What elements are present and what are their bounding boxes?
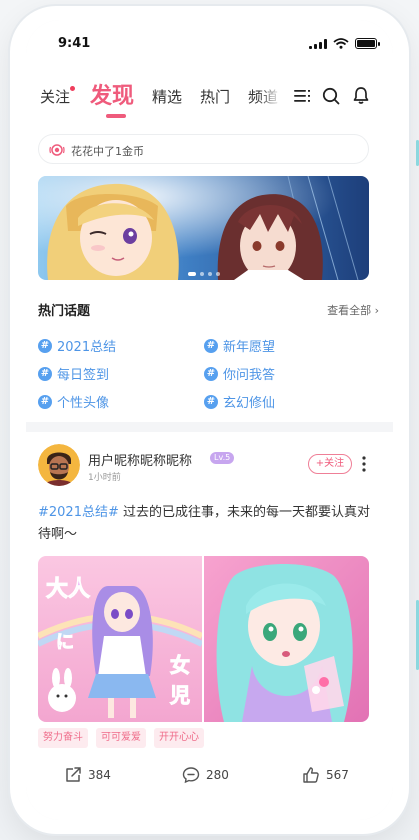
topic-item[interactable]: # 新年愿望 [204, 336, 275, 355]
topic-item[interactable]: # 2021总结 [38, 336, 116, 355]
topic-item[interactable]: # 你问我答 [204, 364, 275, 383]
hashtag-icon: # [204, 394, 218, 409]
banner-carousel[interactable] [38, 176, 369, 280]
signal-icon [309, 38, 327, 49]
post-username[interactable]: 用户昵称昵称昵称 [88, 450, 192, 469]
status-icons [309, 38, 380, 49]
post-tag-chip[interactable]: 开开心心 [154, 728, 204, 748]
comment-button[interactable]: 280 [182, 766, 229, 784]
top-tab-bar: 关注 发现 精选 热门 频道 [26, 66, 393, 124]
like-button[interactable]: 567 [302, 766, 349, 784]
post-hashtag[interactable]: #2021总结# [38, 505, 119, 520]
like-count: 567 [326, 768, 349, 782]
status-time: 9:41 [58, 36, 91, 51]
thumbs-up-icon [303, 767, 319, 783]
notch [114, 20, 306, 48]
post-image[interactable]: 大人 に 女 児 [38, 556, 202, 722]
battery-icon [355, 38, 380, 49]
topic-item[interactable]: # 玄幻修仙 [204, 392, 275, 411]
follow-button[interactable]: +关注 [308, 454, 352, 474]
hot-topics-title: 热门话题 [38, 304, 91, 319]
hashtag-icon: # [38, 366, 52, 381]
share-count: 384 [88, 768, 111, 782]
hashtag-icon: # [204, 366, 218, 381]
topic-label: 2021总结 [57, 340, 117, 355]
notice-bar[interactable]: 花花中了1金币 [38, 134, 369, 164]
comment-count: 280 [206, 768, 229, 782]
phone-frame: 9:41 关注 发现 精选 热门 花花中了1金币 热门话题 查看全部 › # 2… [10, 6, 409, 834]
post-content: #2021总结# 过去的已成往事，未来的每一天都要认真对待啊～ [38, 502, 378, 546]
svg-text:女: 女 [170, 653, 190, 677]
notice-text: 花花中了1金币 [71, 145, 144, 158]
topic-label: 个性头像 [57, 396, 110, 411]
post-timestamp: 1小时前 [88, 473, 121, 483]
topic-label: 新年愿望 [223, 340, 276, 355]
svg-text:児: 児 [169, 683, 190, 707]
active-tab-indicator [106, 114, 126, 118]
coin-broadcast-icon [49, 144, 65, 156]
banner-artwork [38, 176, 369, 280]
topic-item[interactable]: # 每日签到 [38, 364, 109, 383]
topic-item[interactable]: # 个性头像 [38, 392, 109, 411]
tab-follow[interactable]: 关注 [40, 86, 70, 107]
discover-card: 花花中了1金币 热门话题 查看全部 › # 2021总结 # 新年愿望 # 每日… [26, 124, 393, 422]
status-bar: 9:41 [26, 20, 393, 66]
hashtag-icon: # [204, 338, 218, 353]
hashtag-icon: # [38, 394, 52, 409]
svg-text:に: に [56, 632, 74, 653]
see-all-link[interactable]: 查看全部 › [327, 302, 379, 318]
wifi-icon [333, 38, 349, 49]
tab-fade [258, 82, 282, 110]
app-screen: 9:41 关注 发现 精选 热门 花花中了1金币 热门话题 查看全部 › # 2… [26, 20, 393, 820]
avatar[interactable] [38, 444, 80, 486]
comment-icon [182, 767, 200, 784]
hashtag-icon: # [38, 338, 52, 353]
menu-icon[interactable] [294, 90, 310, 102]
post-image-art-left: 大人 に 女 児 [38, 556, 202, 722]
topic-label: 每日签到 [57, 368, 110, 383]
search-icon[interactable] [322, 87, 340, 105]
post-card: 用户昵称昵称昵称 Lv.5 1小时前 +关注 #2021总结# 过去的已成往事，… [26, 432, 393, 820]
carousel-dots [188, 272, 220, 276]
bell-icon[interactable] [352, 86, 370, 105]
topic-label: 玄幻修仙 [223, 396, 276, 411]
svg-text:大人: 大人 [46, 577, 90, 602]
tab-hot[interactable]: 热门 [200, 86, 230, 107]
share-button[interactable]: 384 [64, 766, 111, 784]
unread-dot [70, 86, 75, 91]
app-preview: 9:41 关注 发现 精选 热门 花花中了1金币 热门话题 查看全部 › # 2… [0, 0, 419, 840]
more-options-icon[interactable] [362, 456, 366, 472]
topic-label: 你问我答 [223, 368, 276, 383]
tab-discover[interactable]: 发现 [90, 78, 134, 110]
post-tag-chip[interactable]: 努力奋斗 [38, 728, 88, 748]
post-tag-chip[interactable]: 可可爱爱 [96, 728, 146, 748]
tab-featured[interactable]: 精选 [152, 86, 182, 107]
post-image[interactable] [204, 556, 369, 722]
level-badge: Lv.5 [210, 452, 235, 464]
share-icon [66, 767, 81, 782]
post-image-art-right [204, 556, 369, 722]
avatar-image [38, 444, 80, 486]
